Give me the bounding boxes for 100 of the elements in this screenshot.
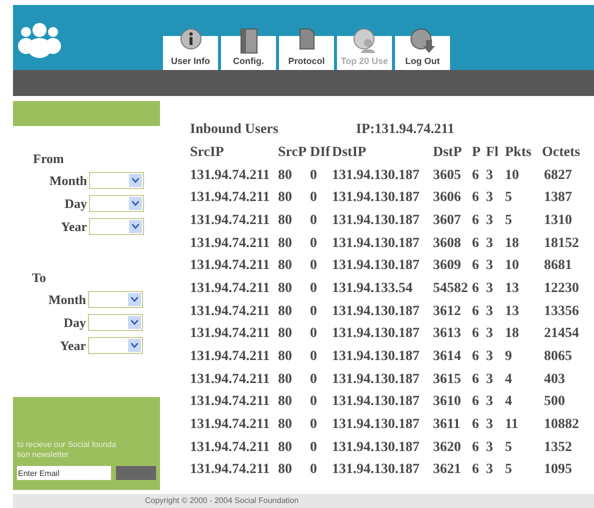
nav-tab[interactable]: Protocol bbox=[279, 28, 334, 70]
email-field[interactable]: Enter Email bbox=[17, 466, 111, 480]
submit-button[interactable] bbox=[116, 466, 156, 480]
dropdown[interactable] bbox=[88, 291, 143, 308]
table-cell-text: 131.94.130.187 bbox=[332, 257, 420, 276]
table-cell-text: 6 bbox=[472, 348, 480, 366]
table-cell-text: 131.94.74.211 bbox=[190, 280, 271, 298]
table-cell-text: 3 bbox=[486, 438, 494, 457]
table-cell-text: 3614 bbox=[433, 348, 462, 366]
newsletter-text: to recieve our Social founda bbox=[17, 440, 118, 450]
table-cell-text: 131.94.130.187 bbox=[332, 166, 420, 185]
dropdown[interactable] bbox=[89, 195, 144, 212]
ip-address: IP:131.94.74.211 bbox=[356, 121, 454, 139]
table-cell-text: 80 bbox=[278, 348, 293, 366]
table-cell-text: 3607 bbox=[433, 212, 462, 230]
dropdown[interactable] bbox=[88, 337, 143, 354]
table-cell-text: 0 bbox=[310, 212, 318, 230]
table-cell-text: 10 bbox=[505, 257, 520, 276]
table-cell-text: 80 bbox=[278, 234, 293, 253]
field-label: Year bbox=[60, 218, 88, 236]
table-cell-text: 403 bbox=[543, 370, 566, 389]
table-cell-text: 5 bbox=[505, 189, 513, 208]
table-cell-text: 0 bbox=[310, 325, 318, 344]
table-cell-text: 131.94.74.211 bbox=[190, 189, 271, 208]
table-cell-text: 0 bbox=[310, 166, 318, 185]
field-label: Month bbox=[48, 172, 88, 190]
table-cell-text: 6 bbox=[472, 370, 480, 389]
table-cell-text: 4 bbox=[505, 393, 513, 412]
table-cell-text: 8065 bbox=[543, 348, 573, 366]
field-label: Day bbox=[62, 314, 87, 332]
table-cell-text: 1352 bbox=[543, 438, 573, 457]
table-cell-text: 131.94.74.211 bbox=[190, 461, 271, 480]
table-cell-text: 3613 bbox=[433, 325, 462, 344]
table-cell-text: 18 bbox=[505, 325, 520, 344]
table-cell-text: 6 bbox=[472, 234, 480, 253]
table-cell-text: 131.94.133.54 bbox=[332, 280, 414, 298]
table-cell-text: 131.94.130.187 bbox=[332, 416, 420, 434]
table-cell-text: 5 bbox=[505, 438, 513, 457]
table-cell-text: 12230 bbox=[543, 280, 580, 298]
table-cell-text: 6 bbox=[472, 166, 480, 185]
copyright-footer: Copyright © 2000 - 2004 Social Foundation bbox=[13, 494, 594, 508]
table-cell-text: 5 bbox=[505, 212, 513, 230]
field-label: Day bbox=[64, 194, 88, 213]
table-cell-text: 80 bbox=[278, 416, 293, 434]
table-cell-text: 3 bbox=[486, 302, 494, 321]
table-cell-text: 0 bbox=[310, 393, 318, 412]
dropdown[interactable] bbox=[88, 314, 143, 331]
table-cell-text: 0 bbox=[310, 302, 318, 321]
table-cell-text: 131.94.130.187 bbox=[332, 393, 420, 412]
field-label: Year bbox=[59, 336, 87, 355]
table-cell-text: 131.94.74.211 bbox=[190, 234, 271, 253]
table-cell-text: 3608 bbox=[433, 234, 462, 253]
table-cell-text: 6827 bbox=[543, 166, 573, 185]
dropdown[interactable] bbox=[89, 172, 144, 189]
table-cell-text: 0 bbox=[310, 257, 318, 276]
table-cell-text: 131.94.74.211 bbox=[190, 302, 271, 321]
table-cell-text: 3 bbox=[486, 166, 494, 185]
table-cell-text: 6 bbox=[472, 325, 480, 344]
column-header: Fl bbox=[486, 144, 500, 162]
table-cell-text: 21454 bbox=[543, 325, 580, 344]
table-cell-text: 13356 bbox=[543, 302, 580, 321]
nav-tab[interactable]: User Info bbox=[163, 28, 218, 70]
table-cell-text: 4 bbox=[505, 370, 513, 389]
globe-arrow-icon bbox=[410, 28, 436, 54]
table-cell-text: 18 bbox=[505, 234, 520, 253]
table-cell-text: 6 bbox=[472, 189, 480, 208]
table-cell-text: 80 bbox=[278, 461, 293, 480]
nav-tab[interactable]: Log Out bbox=[395, 28, 450, 70]
table-cell-text: 3605 bbox=[433, 166, 462, 185]
table-cell-text: 131.94.130.187 bbox=[332, 370, 420, 389]
table-cell-text: 3 bbox=[486, 370, 494, 389]
table-cell-text: 131.94.130.187 bbox=[332, 189, 420, 208]
nav-tab[interactable]: Config. bbox=[221, 28, 276, 70]
table-cell-text: 3 bbox=[486, 348, 494, 366]
table-cell-text: 11 bbox=[505, 416, 520, 434]
table-cell-text: 131.94.74.211 bbox=[190, 370, 271, 389]
table-cell-text: 131.94.74.211 bbox=[190, 212, 271, 230]
table-cell-text: 6 bbox=[472, 438, 480, 457]
table-cell-text: 80 bbox=[278, 189, 293, 208]
table-cell-text: 8681 bbox=[543, 257, 573, 276]
table-cell-text: 80 bbox=[278, 370, 293, 389]
table-cell-text: 80 bbox=[278, 302, 293, 321]
table-cell-text: 13 bbox=[505, 280, 520, 298]
column-header: DstIP bbox=[332, 144, 368, 162]
column-header: Octets bbox=[542, 144, 582, 162]
dropdown[interactable] bbox=[89, 218, 144, 235]
table-cell-text: 3620 bbox=[433, 438, 462, 457]
group-label: From bbox=[33, 150, 65, 168]
table-cell-text: 0 bbox=[310, 280, 318, 298]
binder-icon bbox=[240, 28, 258, 54]
column-header: DstP bbox=[433, 144, 463, 162]
column-header: DIf bbox=[310, 144, 332, 162]
table-cell-text: 131.94.130.187 bbox=[332, 461, 420, 480]
column-header: Pkts bbox=[505, 144, 532, 162]
table-cell-text: 6 bbox=[472, 416, 480, 434]
document-icon bbox=[298, 28, 314, 50]
table-cell-text: 131.94.74.211 bbox=[190, 257, 271, 276]
table-cell-text: 131.94.74.211 bbox=[190, 416, 271, 434]
table-cell-text: 3610 bbox=[433, 393, 462, 412]
table-cell-text: 3 bbox=[486, 416, 494, 434]
